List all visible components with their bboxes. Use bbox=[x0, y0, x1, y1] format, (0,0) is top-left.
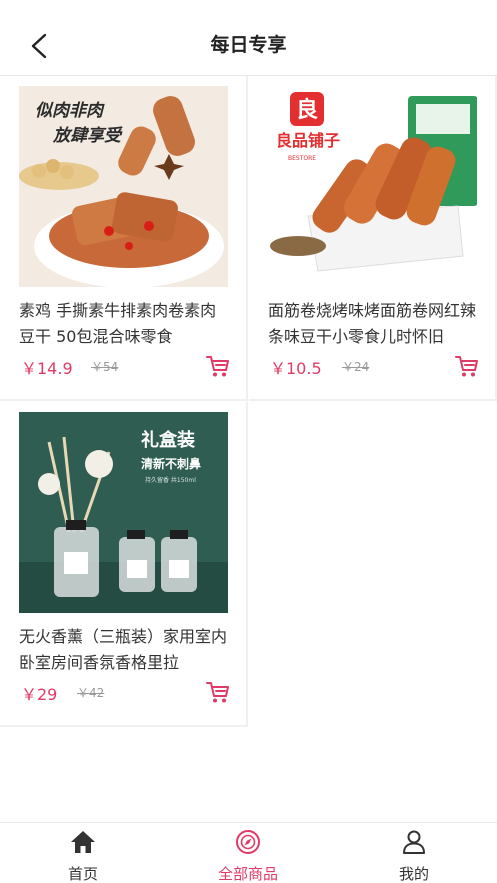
product-image[interactable]: 似肉非肉 放肆享受 bbox=[19, 86, 228, 287]
price-row: ￥10.5 ￥24 bbox=[268, 355, 480, 381]
product-card[interactable]: 良 良品铺子 BESTORE 面筋卷烧烤味烤面筋卷网红辣条味豆干小零食儿时怀旧 … bbox=[249, 76, 497, 401]
tab-all-products[interactable]: 全部商品 bbox=[188, 823, 308, 883]
image-caption: 清新不刺鼻 bbox=[141, 456, 201, 471]
image-caption: 礼盒装 bbox=[141, 429, 195, 451]
product-image[interactable]: 良 良品铺子 BESTORE bbox=[268, 86, 477, 287]
tab-home[interactable]: 首页 bbox=[23, 823, 143, 883]
bottom-tab-bar: 首页 全部商品 我的 bbox=[0, 822, 497, 883]
cart-icon bbox=[206, 356, 229, 377]
app-screen: 每日专享 似肉非肉 放肆享受 素鸡 手撕素牛排素肉卷素肉豆干 50包混合味零食 … bbox=[0, 0, 497, 883]
price-row: ￥29 ￥42 bbox=[19, 681, 231, 707]
tab-label: 我的 bbox=[398, 865, 429, 883]
tab-label: 首页 bbox=[67, 865, 98, 883]
product-title[interactable]: 面筋卷烧烤味烤面筋卷网红辣条味豆干小零食儿时怀旧 bbox=[268, 298, 480, 350]
product-title[interactable]: 无火香薰（三瓶装）家用室内卧室房间香氛香格里拉 bbox=[19, 624, 231, 676]
product-price: ￥10.5 bbox=[270, 359, 322, 378]
product-card[interactable]: 礼盒装 清新不刺鼻 持久留香 共150ml 无火香薰（三瓶装）家用室内卧室房间香… bbox=[0, 402, 248, 727]
compass-icon bbox=[236, 830, 260, 854]
user-icon bbox=[403, 830, 425, 854]
product-image[interactable]: 礼盒装 清新不刺鼻 持久留香 共150ml bbox=[19, 412, 228, 613]
brand-logo-glyph: 良 bbox=[296, 97, 318, 123]
product-card[interactable]: 似肉非肉 放肆享受 素鸡 手撕素牛排素肉卷素肉豆干 50包混合味零食 ￥14.9… bbox=[0, 76, 248, 401]
page-title: 每日专享 bbox=[210, 34, 287, 56]
image-caption: 似肉非肉 bbox=[35, 101, 105, 121]
cart-icon bbox=[206, 682, 229, 703]
brand-name: 良品铺子 bbox=[276, 131, 340, 150]
price-row: ￥14.9 ￥54 bbox=[19, 355, 231, 381]
original-price: ￥42 bbox=[77, 686, 105, 700]
add-to-cart-button[interactable] bbox=[454, 353, 480, 379]
add-to-cart-button[interactable] bbox=[205, 353, 231, 379]
original-price: ￥24 bbox=[342, 360, 370, 374]
cart-icon bbox=[455, 356, 478, 377]
brand-subtext: BESTORE bbox=[288, 155, 316, 162]
image-caption: 持久留香 共150ml bbox=[145, 476, 196, 484]
product-title[interactable]: 素鸡 手撕素牛排素肉卷素肉豆干 50包混合味零食 bbox=[19, 298, 231, 350]
tab-mine[interactable]: 我的 bbox=[354, 823, 474, 883]
product-price: ￥29 bbox=[21, 685, 58, 704]
home-icon bbox=[71, 831, 95, 853]
product-price: ￥14.9 bbox=[21, 359, 73, 378]
image-caption: 放肆享受 bbox=[52, 126, 123, 146]
tab-label: 全部商品 bbox=[217, 865, 278, 883]
add-to-cart-button[interactable] bbox=[205, 679, 231, 705]
original-price: ￥54 bbox=[91, 360, 119, 374]
top-bar: 每日专享 bbox=[0, 0, 497, 76]
